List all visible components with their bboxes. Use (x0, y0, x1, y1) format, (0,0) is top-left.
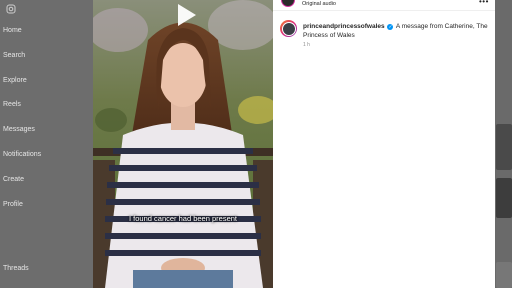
sidebar-item-profile[interactable]: Profile (3, 201, 23, 208)
comment-timestamp[interactable]: 1 h (303, 42, 310, 48)
sidebar-item-home[interactable]: Home (3, 27, 22, 34)
post-info-panel: Original audio ••• princeandprincessofwa… (273, 0, 495, 288)
video-caption: I found cancer had been present (129, 214, 237, 223)
sidebar-item-notifications[interactable]: Notifications (3, 151, 41, 158)
backdrop-thumbnail (496, 178, 512, 218)
reel-video[interactable] (93, 0, 273, 288)
author-avatar[interactable] (281, 0, 295, 7)
verified-badge-icon: ✓ (387, 24, 394, 30)
play-icon[interactable] (170, 0, 200, 30)
sidebar-nav: Home Search Explore Reels Messages Notif… (0, 0, 93, 288)
backdrop-thumbnail (496, 262, 512, 288)
sidebar-item-messages[interactable]: Messages (3, 126, 35, 133)
divider (273, 10, 495, 11)
sidebar-item-explore[interactable]: Explore (3, 77, 27, 84)
sidebar-item-threads[interactable]: Threads (3, 265, 29, 272)
sidebar-item-search[interactable]: Search (3, 52, 25, 59)
sidebar-item-create[interactable]: Create (3, 176, 24, 183)
backdrop-thumbnail (496, 124, 512, 170)
commenter-avatar[interactable] (280, 20, 297, 37)
sidebar-item-reels[interactable]: Reels (3, 101, 21, 108)
video-frame (93, 0, 273, 288)
comment-username[interactable]: princeandprincessofwales (303, 23, 385, 30)
instagram-glyph-icon[interactable] (6, 4, 16, 14)
more-options-icon[interactable]: ••• (479, 0, 489, 6)
caption-comment: princeandprincessofwales ✓ A message fro… (303, 22, 489, 40)
original-audio-link[interactable]: Original audio (302, 1, 336, 7)
